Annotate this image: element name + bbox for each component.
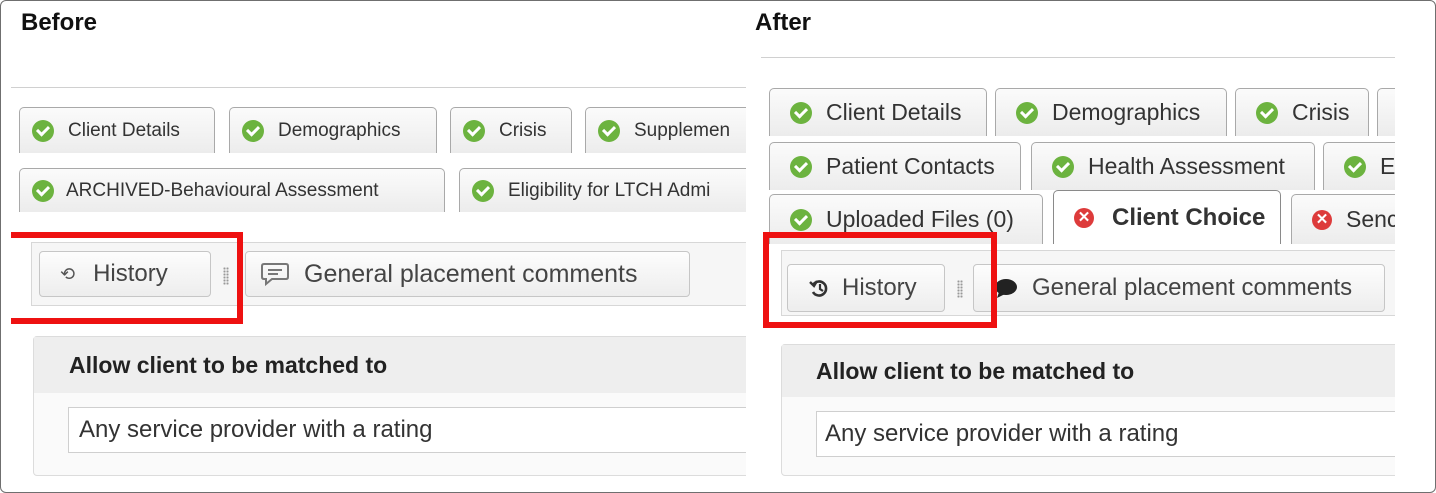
tab-label: ARCHIVED-Behavioural Assessment	[66, 179, 379, 201]
matching-section: Allow client to be matched to Any servic…	[33, 336, 746, 476]
before-screenshot: Client Details Demographics Crisis Suppl…	[11, 87, 746, 487]
check-circle-icon	[472, 179, 494, 202]
history-highlight	[763, 232, 997, 328]
tab-label: E	[1380, 153, 1395, 179]
tab-send[interactable]: ✕ Senc	[1291, 194, 1395, 244]
check-circle-icon	[790, 101, 812, 124]
tab-eligibility-ltch[interactable]: Eligibility for LTCH Admi	[459, 168, 746, 212]
general-placement-comments-button[interactable]: General placement comments	[973, 264, 1385, 312]
check-circle-icon	[790, 155, 812, 178]
tab-patient-contacts[interactable]: Patient Contacts	[769, 142, 1021, 190]
error-circle-icon: ✕	[1074, 207, 1094, 228]
tab-crisis[interactable]: Crisis	[1235, 88, 1369, 136]
error-circle-icon: ✕	[1312, 209, 1332, 230]
check-circle-icon	[598, 119, 620, 142]
tab-label: Crisis	[499, 119, 547, 141]
comments-label: General placement comments	[304, 259, 638, 288]
tab-label: Patient Contacts	[826, 153, 995, 179]
check-circle-icon	[1016, 101, 1038, 124]
check-circle-icon	[1256, 101, 1278, 124]
tab-label: Crisis	[1292, 99, 1350, 125]
comments-label: General placement comments	[1032, 274, 1353, 301]
tab-demographics[interactable]: Demographics	[995, 88, 1227, 136]
tab-demographics[interactable]: Demographics	[229, 107, 437, 153]
after-screenshot: Client Details Demographics Crisis Patie…	[761, 57, 1395, 479]
match-select[interactable]: Any service provider with a rating	[68, 407, 746, 453]
match-select[interactable]: Any service provider with a rating	[816, 411, 1395, 457]
tab-crisis[interactable]: Crisis	[450, 107, 572, 153]
check-circle-icon	[463, 119, 485, 142]
comparison-frame: Before Client Details Demographics Crisi…	[0, 0, 1436, 493]
tab-label: Client Details	[826, 99, 962, 125]
check-circle-icon	[32, 119, 54, 142]
tab-label: Demographics	[278, 119, 401, 141]
check-circle-icon	[242, 119, 264, 142]
general-placement-comments-button[interactable]: General placement comments	[245, 251, 690, 297]
tab-supplemental[interactable]: Supplemen	[585, 107, 746, 153]
before-heading: Before	[21, 9, 98, 36]
tab-label: Senc	[1346, 206, 1395, 232]
history-highlight	[11, 232, 243, 324]
tab-label: Uploaded Files (0)	[826, 206, 1014, 232]
tab-label: Supplemen	[634, 119, 731, 141]
tab-overflow[interactable]	[1377, 88, 1395, 136]
tab-label: Eligibility for LTCH Admi	[508, 179, 711, 201]
tab-e[interactable]: E	[1323, 142, 1395, 190]
tab-label: Demographics	[1052, 99, 1201, 125]
check-circle-icon	[32, 179, 54, 202]
tab-label: Health Assessment	[1088, 153, 1285, 179]
matching-section: Allow client to be matched to Any servic…	[781, 344, 1395, 476]
section-title: Allow client to be matched to	[34, 337, 746, 393]
check-circle-icon	[1344, 155, 1366, 178]
after-heading: After	[755, 9, 812, 36]
section-title: Allow client to be matched to	[782, 345, 1395, 397]
check-circle-icon	[1052, 155, 1074, 178]
tab-label: Client Choice	[1112, 203, 1266, 231]
comment-icon	[995, 279, 1017, 298]
tab-client-details[interactable]: Client Details	[19, 107, 215, 153]
comment-icon	[261, 263, 289, 287]
tab-label: Client Details	[68, 119, 180, 141]
tab-client-details[interactable]: Client Details	[769, 88, 987, 136]
tab-health-assessment[interactable]: Health Assessment	[1031, 142, 1315, 190]
tab-archived-behavioural-assessment[interactable]: ARCHIVED-Behavioural Assessment	[19, 168, 445, 212]
check-circle-icon	[790, 208, 812, 231]
tab-client-choice[interactable]: ✕ Client Choice	[1053, 190, 1281, 244]
